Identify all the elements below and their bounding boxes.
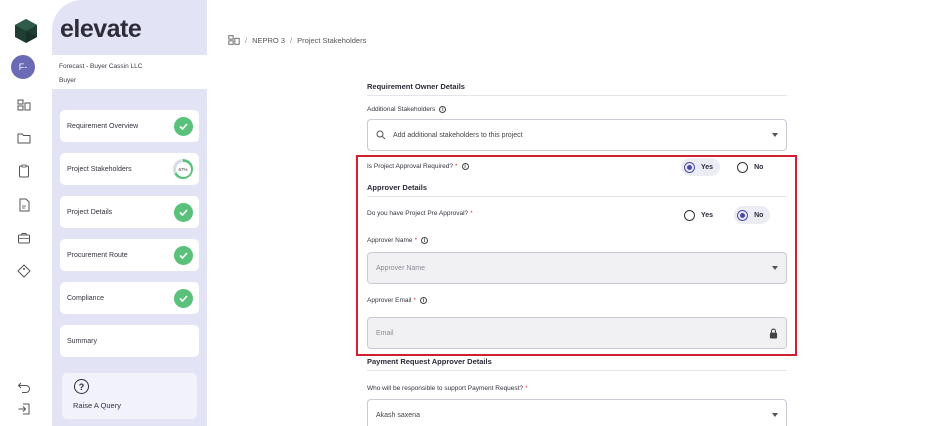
elevate-logo-icon[interactable] — [13, 18, 39, 44]
step-label: Summary — [67, 337, 97, 345]
additional-stakeholders-select[interactable]: Add additional stakeholders to this proj… — [367, 119, 787, 151]
breadcrumb: / NEPRO 3 / Project Stakeholders — [228, 34, 366, 46]
label-text: Who will be responsible to support Payme… — [367, 385, 524, 392]
additional-stakeholders-label: Additional Stakeholders i — [367, 106, 447, 113]
step-label: Project Details — [67, 208, 113, 216]
step-label: Project Stakeholders — [67, 165, 132, 173]
additional-stakeholders-placeholder: Add additional stakeholders to this proj… — [393, 131, 523, 139]
icon-rail: F- — [0, 0, 52, 426]
tag-icon[interactable] — [17, 264, 31, 278]
check-icon — [174, 116, 193, 136]
label-text: Additional Stakeholders — [367, 106, 436, 113]
account-info[interactable]: Forecast - Buyer Cassin LLC Buyer — [52, 55, 207, 89]
breadcrumb-current: Project Stakeholders — [297, 35, 367, 45]
undo-icon[interactable] — [17, 380, 31, 394]
search-icon — [376, 130, 386, 140]
step-label: Procurement Route — [67, 251, 128, 259]
step-progress: 67% — [175, 161, 191, 177]
required-mark: * — [525, 385, 528, 392]
step-procurement-route[interactable]: Procurement Route — [60, 239, 199, 271]
dashboard-icon[interactable] — [17, 98, 31, 112]
logout-icon[interactable] — [17, 402, 31, 416]
check-icon — [174, 202, 193, 222]
question-icon: ? — [74, 379, 89, 394]
check-icon — [174, 245, 193, 265]
check-icon — [174, 288, 193, 308]
step-project-details[interactable]: Project Details — [60, 196, 199, 228]
dashboard-icon[interactable] — [228, 34, 240, 46]
briefcase-icon[interactable] — [17, 231, 31, 245]
raise-query-label: Raise A Query — [73, 401, 121, 410]
chevron-down-icon — [772, 133, 778, 137]
progress-ring-icon: 67% — [173, 159, 193, 179]
step-project-stakeholders[interactable]: Project Stakeholders 67% — [60, 153, 199, 185]
owner-section-title: Requirement Owner Details — [367, 82, 787, 96]
highlight-box — [356, 155, 797, 356]
document-icon[interactable] — [17, 198, 31, 212]
step-requirement-overview[interactable]: Requirement Overview — [60, 110, 199, 142]
breadcrumb-separator: / — [290, 35, 293, 45]
account-role: Buyer — [59, 77, 76, 84]
payment-responsible-select[interactable]: Akash saxena — [367, 399, 787, 426]
step-label: Requirement Overview — [67, 122, 139, 130]
user-avatar[interactable]: F- — [11, 55, 35, 79]
brand-name: elevate — [60, 15, 142, 43]
step-summary[interactable]: Summary — [60, 325, 199, 357]
payment-responsible-label: Who will be responsible to support Payme… — [367, 385, 528, 392]
breadcrumb-project[interactable]: NEPRO 3 — [252, 36, 285, 45]
account-org: Forecast - Buyer Cassin LLC — [59, 63, 143, 70]
sidebar-panel: elevate Forecast - Buyer Cassin LLC Buye… — [52, 0, 207, 426]
clipboard-icon[interactable] — [17, 164, 31, 178]
raise-query-button[interactable]: ? Raise A Query — [62, 373, 197, 419]
folder-icon[interactable] — [17, 131, 31, 145]
chevron-down-icon — [772, 413, 778, 417]
breadcrumb-separator: / — [245, 35, 248, 45]
info-icon[interactable]: i — [439, 106, 447, 113]
payment-responsible-value: Akash saxena — [376, 411, 420, 419]
step-label: Compliance — [67, 294, 104, 302]
step-compliance[interactable]: Compliance — [60, 282, 199, 314]
payment-section-title: Payment Request Approver Details — [367, 357, 787, 371]
